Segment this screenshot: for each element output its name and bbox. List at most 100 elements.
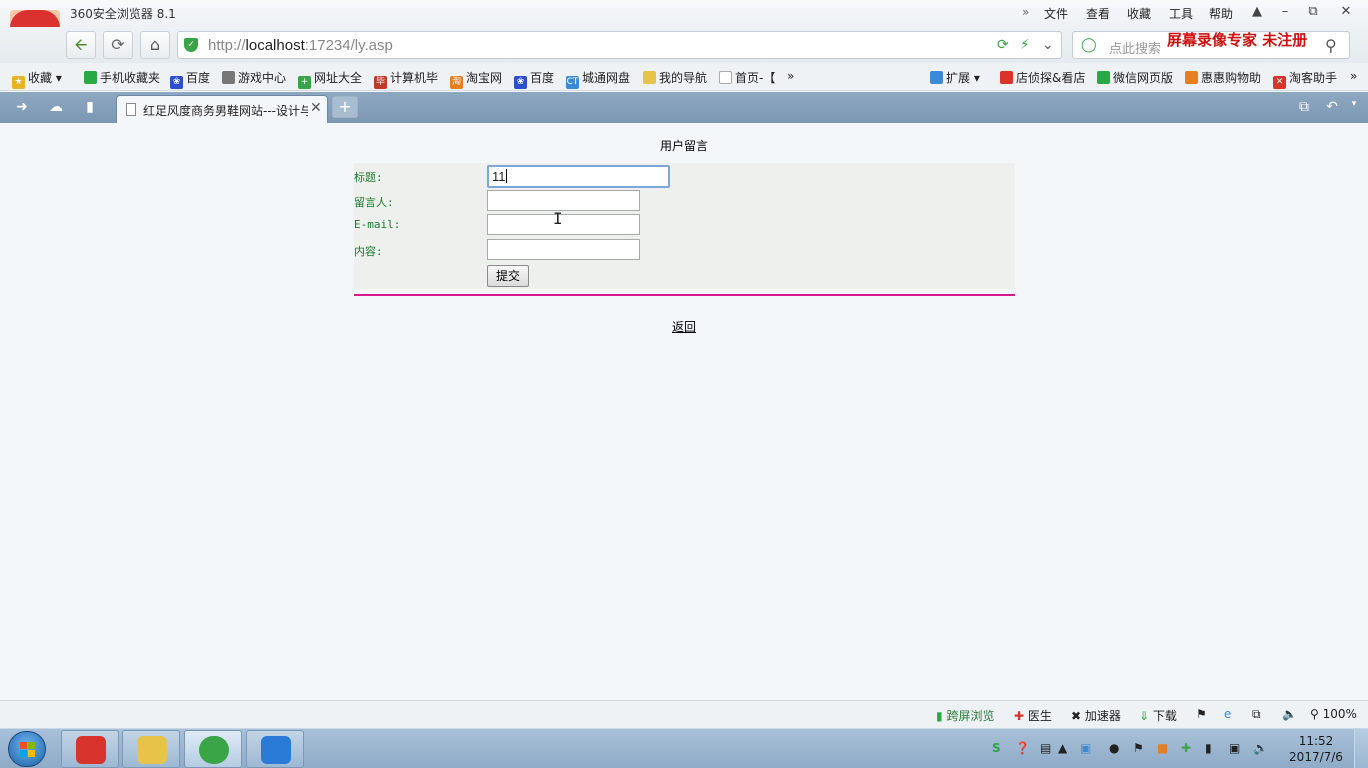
skin-icon[interactable]: ▲	[1243, 0, 1271, 24]
minimize-icon[interactable]: –	[1271, 0, 1299, 24]
back-link[interactable]: 返回	[672, 320, 696, 334]
clock-date: 2017/7/6	[1289, 750, 1343, 764]
accelerator-button[interactable]: ✖ 加速器	[1071, 707, 1121, 724]
sidebar-toggle-icon[interactable]: ➜	[12, 99, 32, 115]
tray-sogou-icon[interactable]: S	[992, 741, 1001, 755]
taskbar-app-explorer[interactable]	[122, 730, 180, 768]
doctor-button[interactable]: ✚ 医生	[1014, 707, 1052, 724]
menu-more-icon[interactable]: »	[1022, 5, 1029, 19]
undo-close-icon[interactable]: ↶	[1322, 99, 1342, 115]
email-input[interactable]	[487, 214, 640, 235]
tab-title: 红足风度商务男鞋网站---设计与实现	[143, 104, 308, 118]
tray-volume-icon[interactable]: 🔈	[1253, 741, 1268, 755]
download-icon: ⇓	[1139, 709, 1150, 723]
zoom-control[interactable]: ⚲ 100%	[1310, 707, 1357, 721]
bookmarks-more-icon[interactable]: »	[787, 69, 794, 83]
taobao-icon: 淘	[450, 76, 463, 89]
menu-view[interactable]: 查看	[1086, 5, 1110, 22]
rocket-icon: ✖	[1071, 709, 1082, 723]
menu-favorites[interactable]: 收藏	[1127, 5, 1151, 22]
show-desktop-button[interactable]	[1354, 729, 1368, 768]
tab-close-icon[interactable]: ✕	[310, 100, 322, 116]
ie-icon[interactable]: e	[1224, 707, 1231, 721]
tray-usb-icon[interactable]: ▮	[1205, 741, 1212, 755]
flag-icon[interactable]: ⚑	[1196, 707, 1207, 721]
status-bar: ▮ 跨屏浏览 ✚ 医生 ✖ 加速器 ⇓ 下载 ⚑ e ⧉ 🔈 ⚲ 100%	[0, 700, 1368, 728]
address-bar[interactable]: ✓ http://localhost:17234/ly.asp ⟳ ⚡ ⌄	[177, 31, 1062, 59]
download-button[interactable]: ⇓ 下载	[1139, 707, 1177, 724]
bookmarks-bar: ★ 收藏 ▾ 手机收藏夹 ❀ 百度 游戏中心 + 网址大全 毕计算机毕 淘淘宝网 ❀ 百…	[0, 63, 1368, 91]
compat-mode-icon[interactable]: ⟳	[997, 37, 1009, 53]
content-input[interactable]	[487, 239, 640, 260]
tray-tiger-icon[interactable]: ■	[1157, 741, 1168, 755]
back-arrow-icon[interactable]: 🡨	[66, 31, 96, 59]
undo-dropdown-icon[interactable]: ▾	[1344, 99, 1364, 115]
search-icon[interactable]: ⚲	[1325, 36, 1337, 55]
ext-huihui[interactable]: 惠惠购物助	[1185, 69, 1261, 86]
app-title: 360安全浏览器 8.1	[70, 7, 176, 21]
bookmark-taobao[interactable]: 淘淘宝网	[450, 69, 502, 89]
wechat-icon	[1097, 71, 1110, 84]
extensions-button[interactable]: 扩展 ▾	[930, 69, 980, 86]
extensions-more-icon[interactable]: »	[1350, 69, 1357, 83]
ext-taoke[interactable]: ✕ 淘客助手	[1273, 69, 1337, 89]
cross-screen-button[interactable]: ▮ 跨屏浏览	[936, 707, 994, 724]
cloud-icon[interactable]: ☁	[46, 99, 66, 115]
taskbar-app-browser[interactable]	[184, 730, 242, 768]
tray-expand-icon[interactable]: ▲	[1058, 741, 1067, 755]
tray-help-icon[interactable]: ❓	[1015, 741, 1030, 755]
menu-file[interactable]: 文件	[1044, 5, 1068, 22]
refresh-icon[interactable]: ⟳	[103, 31, 133, 59]
close-window-icon[interactable]: ✕	[1332, 0, 1360, 24]
taskbar-app-wps[interactable]	[246, 730, 304, 768]
tab-bar: ➜ ☁ ▮ 红足风度商务男鞋网站---设计与实现 ✕ ⧉ ↶ ▾	[0, 92, 1368, 123]
recorder-watermark: 屏幕录像专家 未注册	[1167, 31, 1308, 49]
bookmark-directory[interactable]: + 网址大全	[298, 69, 362, 89]
page-icon	[126, 103, 136, 116]
bookmark-home[interactable]: 首页-【	[719, 69, 775, 86]
ext-wechat[interactable]: 微信网页版	[1097, 69, 1173, 86]
window-icon[interactable]: ⧉	[1252, 707, 1261, 722]
content-label: 内容:	[354, 245, 383, 258]
bookmark-my-nav[interactable]: 我的导航	[643, 69, 707, 86]
bookmark-baidu-2[interactable]: ❀ 百度	[514, 69, 554, 89]
title-input[interactable]: 11	[487, 165, 670, 188]
url-dropdown-icon[interactable]: ⌄	[1042, 37, 1054, 53]
mobile-icon[interactable]: ▮	[80, 99, 100, 115]
ext-shop-detective[interactable]: 店侦探&看店	[1000, 69, 1085, 86]
restore-tabs-icon[interactable]: ⧉	[1294, 99, 1314, 115]
tray-flag-icon[interactable]: ⚑	[1133, 741, 1144, 755]
folder-icon	[137, 736, 167, 764]
menu-help[interactable]: 帮助	[1209, 5, 1233, 22]
home-icon[interactable]: ⌂	[140, 31, 170, 59]
browser-titlebar: 360安全浏览器 8.1 » 文件 查看 收藏 工具 帮助 ▲ – ⧉ ✕	[0, 0, 1368, 27]
tray-cube-icon[interactable]: ▣	[1080, 741, 1091, 755]
huihui-icon	[1185, 71, 1198, 84]
bookmark-ctdisk[interactable]: CT 城通网盘	[566, 69, 630, 89]
clock-time: 11:52	[1298, 734, 1334, 748]
taskbar-app-recorder[interactable]	[61, 730, 119, 768]
bookmark-graduation[interactable]: 毕计算机毕	[374, 69, 438, 89]
tray-qq-icon[interactable]: ●	[1109, 741, 1119, 755]
bookmark-games[interactable]: 游戏中心	[222, 69, 286, 86]
text-cursor-icon: I	[553, 209, 563, 228]
tray-network-icon[interactable]: ▤	[1040, 741, 1051, 755]
tray-display-icon[interactable]: ▣	[1229, 741, 1240, 755]
author-input[interactable]	[487, 190, 640, 211]
tab-active[interactable]: 红足风度商务男鞋网站---设计与实现 ✕	[116, 95, 328, 123]
tray-360-icon[interactable]: ✚	[1181, 741, 1191, 755]
menu-tools[interactable]: 工具	[1169, 5, 1193, 22]
bookmark-mobile[interactable]: 手机收藏夹	[84, 69, 160, 86]
speed-mode-icon[interactable]: ⚡	[1020, 37, 1030, 53]
page-title: 用户留言	[659, 139, 708, 153]
taskbar-clock[interactable]: 11:52 2017/7/6	[1286, 733, 1346, 765]
bookmark-baidu[interactable]: ❀ 百度	[170, 69, 210, 89]
bookmark-favorites[interactable]: ★ 收藏 ▾	[12, 69, 62, 89]
start-button[interactable]	[8, 731, 46, 767]
restore-icon[interactable]: ⧉	[1299, 0, 1327, 24]
new-tab-button[interactable]: +	[332, 96, 358, 118]
submit-button[interactable]: 提交	[487, 265, 529, 287]
volume-icon[interactable]: 🔈	[1282, 707, 1297, 721]
search-engine-icon[interactable]: ◯	[1081, 37, 1097, 53]
address-url[interactable]: http://localhost:17234/ly.asp	[208, 37, 393, 54]
